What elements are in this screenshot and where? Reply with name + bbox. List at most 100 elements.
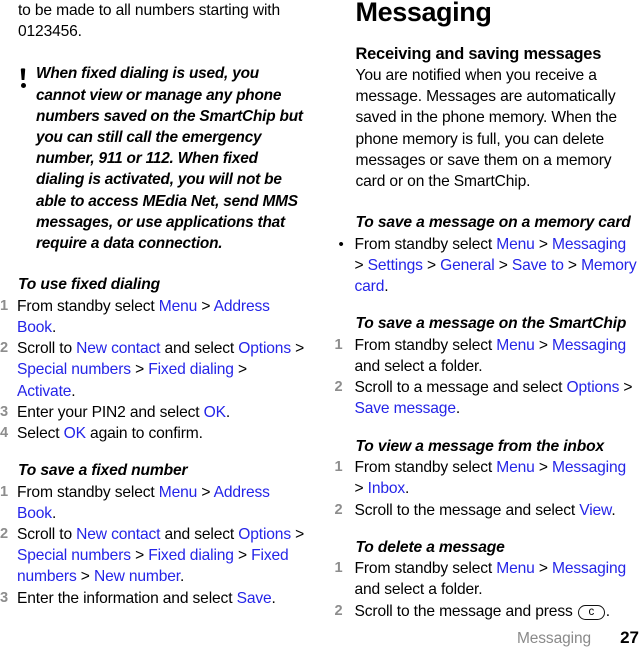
- menu-path-item: Activate: [17, 382, 72, 400]
- left-column: to be made to all numbers starting with …: [0, 0, 321, 654]
- procedure-step: 2 Scroll to a message and select Options …: [335, 377, 640, 419]
- step-text: Enter your PIN2 and select OK.: [17, 403, 231, 421]
- note-text: When fixed dialing is used, you cannot v…: [36, 65, 303, 253]
- step-number: 2: [0, 526, 8, 543]
- menu-path-item: Address Book: [17, 297, 270, 336]
- procedure-steps: • From standby select Menu > Messaging > …: [339, 234, 640, 298]
- menu-path-item: Save message: [354, 400, 457, 418]
- procedure-step: 2 Scroll to the message and press c.: [335, 601, 640, 622]
- step-number: 1: [0, 483, 8, 500]
- step-number: 1: [0, 297, 8, 314]
- step-text: Scroll to the message and select View.: [354, 501, 616, 519]
- procedure-heading: To save a message on a memory card: [355, 214, 631, 232]
- menu-path-item: Save to: [511, 256, 564, 274]
- procedure-step: 2 Scroll to New contact and select Option…: [0, 524, 305, 588]
- menu-path-item: OK: [63, 424, 86, 442]
- right-column: Messaging Receiving and saving messages …: [321, 0, 641, 654]
- step-number: 4: [0, 424, 8, 441]
- step-number: 1: [334, 459, 343, 476]
- menu-path-item: New contact: [76, 526, 161, 544]
- menu-path-item: Options: [238, 340, 291, 358]
- menu-path-item: View: [579, 501, 612, 519]
- procedure-step: 1 From standby select Menu > Address Book…: [0, 482, 305, 524]
- step-text: Select OK again to confirm.: [17, 424, 203, 442]
- page-footer: Messaging 27: [517, 628, 639, 648]
- procedure-step: 3 Enter your PIN2 and select OK.: [0, 402, 305, 423]
- section-heading: Receiving and saving messages: [355, 45, 602, 63]
- step-text: From standby select Menu > Messaging and…: [354, 336, 627, 376]
- menu-path-item: Special numbers: [17, 361, 131, 379]
- procedure-heading: To save a message on the SmartChip: [355, 315, 627, 333]
- clear-key-icon: c: [577, 604, 605, 620]
- procedure-step: • From standby select Menu > Messaging > …: [339, 234, 640, 298]
- procedure-step: 1 From standby select Menu > Address Book…: [0, 296, 305, 338]
- procedure-steps: 1 From standby select Menu > Messaging > …: [335, 457, 640, 521]
- procedure-list-right: To save a message on a memory card • From …: [335, 213, 640, 622]
- menu-path-item: Menu: [496, 336, 535, 354]
- step-number: 3: [0, 589, 8, 606]
- menu-path-item: Menu: [496, 560, 535, 578]
- manual-page: to be made to all numbers starting with …: [0, 0, 641, 654]
- menu-path-item: Menu: [158, 297, 198, 315]
- procedure-steps: 1 From standby select Menu > Messaging an…: [335, 558, 640, 622]
- step-bullet-icon: •: [338, 235, 344, 253]
- procedure-step: 2 Scroll to New contact and select Option…: [0, 338, 305, 402]
- step-text: From standby select Menu > Messaging > S…: [354, 235, 637, 296]
- section-paragraph: You are notified when you receive a mess…: [355, 67, 618, 191]
- procedure-step: 3 Enter the information and select Save.: [0, 588, 305, 609]
- menu-path-item: Menu: [158, 483, 198, 501]
- step-text: From standby select Menu > Messaging and…: [354, 560, 627, 599]
- procedure-step: 4 Select OK again to confirm.: [0, 423, 305, 444]
- step-text: From standby select Menu > Address Book.: [17, 297, 270, 336]
- step-number: 2: [334, 379, 343, 396]
- footer-section-label: Messaging: [516, 630, 591, 647]
- menu-path-item: Messaging: [551, 336, 627, 354]
- step-text: Scroll to a message and select Options >…: [354, 379, 633, 418]
- exclamation-note-icon: [14, 68, 32, 89]
- continued-paragraph: to be made to all numbers starting with …: [18, 2, 280, 41]
- procedure-steps: 1 From standby select Menu > Address Book…: [0, 482, 305, 609]
- procedure-step: 1 From standby select Menu > Messaging an…: [335, 335, 640, 377]
- step-text: Scroll to the message and press c.: [354, 602, 610, 620]
- step-number: 1: [334, 560, 343, 577]
- menu-path-item: Menu: [496, 235, 535, 253]
- procedure-list-left: To use fixed dialing 1 From standby select…: [0, 275, 305, 609]
- step-number: 2: [0, 340, 8, 357]
- note-callout: When fixed dialing is used, you cannot v…: [18, 63, 305, 254]
- menu-path-item: Menu: [496, 459, 535, 477]
- procedure-step: 1 From standby select Menu > Messaging > …: [335, 457, 640, 499]
- procedure-step: 1 From standby select Menu > Messaging an…: [335, 558, 640, 600]
- step-text: Enter the information and select Save.: [17, 589, 276, 607]
- page-title: Messaging: [355, 0, 492, 27]
- menu-path-item: Fixed dialing: [148, 361, 234, 379]
- procedure-heading: To delete a message: [355, 538, 505, 556]
- menu-path-item: Messaging: [551, 459, 627, 477]
- procedure-heading: To use fixed dialing: [18, 276, 160, 294]
- procedure-heading: To save a fixed number: [18, 462, 188, 480]
- step-text: Scroll to New contact and select Options…: [17, 526, 305, 586]
- procedure-steps: 1 From standby select Menu > Messaging an…: [335, 335, 640, 420]
- menu-path-item: OK: [203, 403, 226, 421]
- menu-path-item: Options: [238, 526, 291, 544]
- page-number: 27: [620, 628, 639, 647]
- menu-path-item: Save: [236, 589, 272, 607]
- menu-path-item: Inbox: [367, 480, 406, 498]
- menu-path-item: Messaging: [551, 560, 627, 578]
- procedure-step: 2 Scroll to the message and select View.: [335, 500, 640, 521]
- menu-path-item: General: [440, 256, 495, 274]
- step-number: 2: [334, 602, 343, 619]
- menu-path-item: New contact: [76, 340, 161, 358]
- step-number: 3: [0, 403, 8, 420]
- step-text: From standby select Menu > Address Book.: [17, 483, 270, 522]
- procedure-steps: 1 From standby select Menu > Address Book…: [0, 296, 305, 444]
- step-text: From standby select Menu > Messaging > I…: [354, 459, 627, 498]
- procedure-heading: To view a message from the inbox: [355, 437, 605, 455]
- menu-path-item: Special numbers: [17, 547, 131, 565]
- menu-path-item: Fixed dialing: [148, 547, 234, 565]
- step-number: 2: [334, 501, 343, 518]
- menu-path-item: Options: [566, 379, 620, 397]
- menu-path-item: Settings: [367, 256, 423, 274]
- step-number: 1: [334, 336, 343, 353]
- menu-path-item: New number: [93, 568, 180, 586]
- menu-path-item: Messaging: [551, 235, 627, 253]
